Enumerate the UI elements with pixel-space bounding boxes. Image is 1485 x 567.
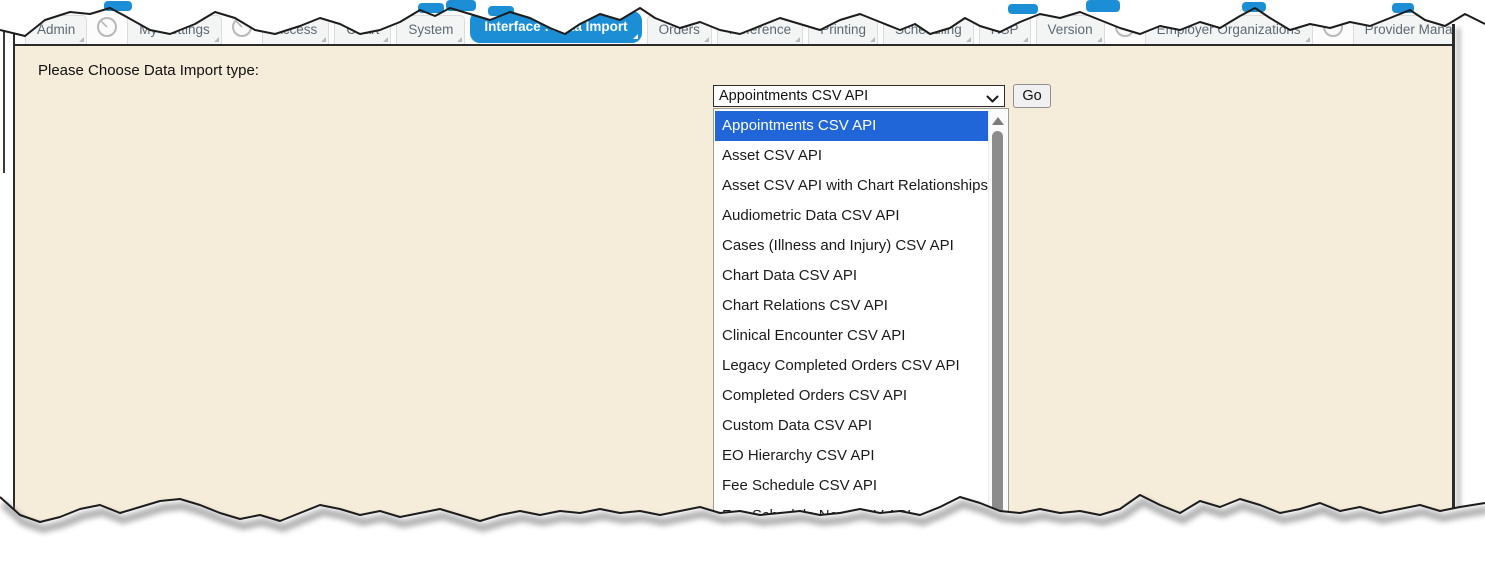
chevron-corner-icon [795, 37, 800, 42]
tab-admin[interactable]: Admin [25, 15, 87, 44]
tab-label: Admin [37, 22, 75, 37]
tab-interface-data-import[interactable]: Interface : Data Import [470, 11, 641, 43]
chevron-corner-icon [870, 37, 875, 42]
chevron-corner-icon [214, 37, 219, 42]
dropdown-option[interactable]: Audiometric Data CSV API [715, 201, 989, 231]
tab-chart[interactable]: Chart [334, 15, 391, 44]
dropdown-option-selected[interactable]: Appointments CSV API [715, 111, 989, 141]
clock-icon [1113, 14, 1137, 38]
tab-history-4[interactable] [1318, 14, 1348, 44]
dropdown-option[interactable]: Asset CSV API with Chart Relationships [715, 171, 989, 201]
tab-label: Orders [659, 22, 700, 37]
tab-history-3[interactable] [1110, 14, 1140, 44]
data-import-type-dropdown-list: Appointments CSV API Asset CSV API Asset… [713, 108, 1009, 544]
scrollbar-thumb[interactable] [992, 131, 1003, 534]
clock-icon [1321, 14, 1345, 38]
tab-my-settings[interactable]: My Settings [127, 15, 222, 44]
dropdown-scrollbar[interactable] [988, 110, 1007, 542]
prompt-label: Please Choose Data Import type: [38, 62, 259, 79]
chevron-corner-icon [79, 37, 84, 42]
tab-label: Printing [820, 22, 866, 37]
tab-label: Chart [346, 22, 379, 37]
tab-label: Scheduling [895, 22, 962, 37]
chevron-corner-icon [966, 37, 971, 42]
dropdown-option[interactable]: Fee Schedule New CSV API [715, 501, 989, 531]
chevron-corner-icon [457, 37, 462, 42]
data-import-type-select[interactable]: Appointments CSV API [713, 85, 1005, 107]
tab-hsp[interactable]: HSP [979, 15, 1031, 44]
tab-printing[interactable]: Printing [808, 15, 878, 44]
chevron-corner-icon [704, 37, 709, 42]
tab-label: Provider Management [1365, 22, 1452, 37]
tab-version[interactable]: Version [1036, 15, 1105, 44]
chevron-corner-icon [1305, 37, 1310, 42]
dropdown-option[interactable]: Fee Schedule CSV API [715, 471, 989, 501]
chevron-corner-icon [633, 34, 638, 39]
tab-label: Access [274, 22, 318, 37]
dropdown-option[interactable]: EO Hierarchy CSV API [715, 441, 989, 471]
dropdown-option[interactable]: Chart Data CSV API [715, 261, 989, 291]
dropdown-option[interactable]: Clinical Encounter CSV API [715, 321, 989, 351]
tab-label: Employer Organizations [1157, 22, 1301, 37]
tab-reference[interactable]: Reference [717, 15, 803, 44]
tab-history-2[interactable] [227, 14, 257, 44]
page: Admin My Settings Access Chart System In… [0, 0, 1485, 567]
chevron-corner-icon [1023, 37, 1028, 42]
dropdown-option[interactable]: Custom Data CSV API [715, 411, 989, 441]
tab-scheduling[interactable]: Scheduling [883, 15, 974, 44]
tab-label: Version [1048, 22, 1093, 37]
tab-system[interactable]: System [396, 15, 465, 44]
page-left-outer-edge [3, 28, 5, 173]
tab-provider-management[interactable]: Provider Management [1353, 15, 1452, 44]
tab-label: System [408, 22, 453, 37]
tab-employer-organizations[interactable]: Employer Organizations [1145, 15, 1313, 44]
clock-icon [230, 14, 254, 38]
tab-label: Interface : Data Import [484, 19, 627, 34]
dropdown-options: Appointments CSV API Asset CSV API Asset… [715, 111, 989, 531]
tab-orders[interactable]: Orders [647, 15, 712, 44]
dropdown-option[interactable]: Cases (Illness and Injury) CSV API [715, 231, 989, 261]
dropdown-option[interactable]: Completed Orders CSV API [715, 381, 989, 411]
panel-right-border [1452, 24, 1455, 512]
clock-icon [95, 14, 119, 38]
dropdown-option[interactable]: Legacy Completed Orders CSV API [715, 351, 989, 381]
chevron-corner-icon [321, 37, 326, 42]
panel-left-border [13, 8, 15, 510]
go-button[interactable]: Go [1013, 84, 1051, 108]
scroll-up-arrow-icon[interactable] [992, 117, 1004, 125]
tab-bar: Admin My Settings Access Chart System In… [15, 4, 1452, 46]
tab-label: Reference [729, 22, 791, 37]
chevron-corner-icon [1097, 37, 1102, 42]
select-value: Appointments CSV API [719, 88, 868, 104]
tab-label: My Settings [139, 22, 210, 37]
chevron-corner-icon [383, 37, 388, 42]
tab-access[interactable]: Access [262, 15, 330, 44]
dropdown-option[interactable]: Chart Relations CSV API [715, 291, 989, 321]
dropdown-option[interactable]: Asset CSV API [715, 141, 989, 171]
chevron-down-icon [986, 92, 999, 108]
tab-history-1[interactable] [92, 14, 122, 44]
tab-label: HSP [991, 22, 1019, 37]
